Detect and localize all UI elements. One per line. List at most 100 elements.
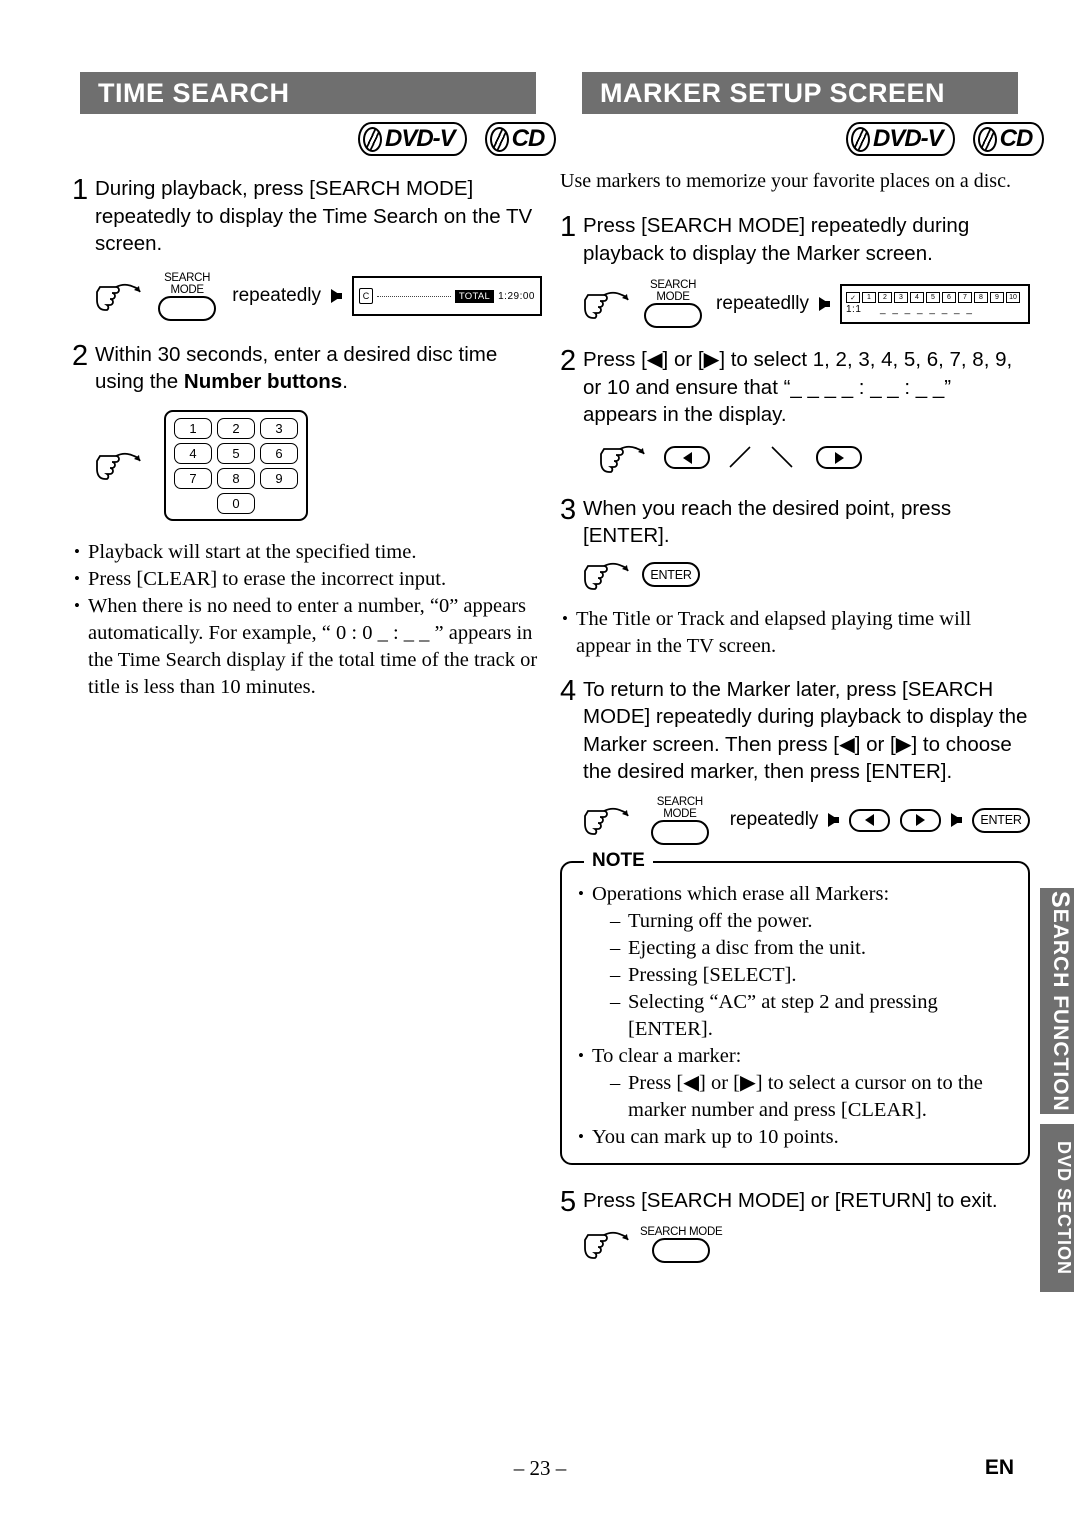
tv-time-search-display: C TOTAL 1:29:00 — [352, 276, 542, 316]
repeatedly-label: repeatedlly — [716, 292, 809, 314]
search-mode-key-label: SEARCH MODE — [656, 795, 703, 820]
search-mode-key-left[interactable]: SEARCH MODE — [152, 272, 222, 321]
step-text: Press [◀] or [▶] to select 1, 2, 3, 4, 5… — [583, 348, 1013, 426]
header-right-title: MARKER SETUP SCREEN — [600, 77, 946, 108]
side-tab-search-function: SEARCH FUNCTION — [1040, 888, 1074, 1114]
right-step3-bullets: The Title or Track and elapsed playing t… — [560, 605, 1030, 660]
number-key-0[interactable]: 0 — [217, 492, 255, 514]
side-tab-label: EARCH FUNCTION — [1049, 908, 1072, 1112]
right-step-3: 3 When you reach the desired point, pres… — [560, 494, 1030, 550]
right-step5-illustration: SEARCH MODE — [584, 1226, 1030, 1263]
left-step-1: 1 During playback, press [SEARCH MODE] r… — [72, 175, 542, 258]
disc-icon — [363, 126, 382, 152]
marker-display-wrapper: ✓ 1 2 3 4 5 6 7 8 9 10 1:1 _ _ _ _ _ _ _… — [840, 283, 1040, 332]
number-key-7[interactable]: 7 — [174, 467, 212, 489]
dvd-v-logo-text: DVD-V — [385, 125, 456, 152]
note-sublist: Press [◀] or [▶] to select a cursor on t… — [610, 1070, 1014, 1124]
right-arrow-icon — [951, 813, 962, 827]
list-item: Pressing [SELECT]. — [610, 962, 1014, 989]
header-left-title: TIME SEARCH — [98, 77, 290, 108]
step-text: During playback, press [SEARCH MODE] rep… — [95, 177, 533, 255]
search-mode-key-right[interactable]: SEARCH MODE — [640, 279, 706, 328]
enter-key-button[interactable]: ENTER — [972, 807, 1030, 833]
dvd-v-logo-left: DVD-V — [358, 122, 467, 156]
number-key-4[interactable]: 4 — [174, 442, 212, 464]
number-key-3[interactable]: 3 — [260, 417, 298, 439]
search-mode-key-button[interactable] — [644, 303, 703, 328]
step-text: Press [SEARCH MODE] repeatedly during pl… — [583, 214, 970, 265]
tv-display-wrapper: C TOTAL 1:29:00 — [352, 276, 552, 324]
marker-cell: 7 — [958, 292, 972, 303]
left-arrow-key[interactable] — [849, 808, 891, 832]
right-arrow-key[interactable] — [900, 808, 941, 832]
number-buttons-keypad[interactable]: 1 2 3 4 5 6 7 8 9 0 — [164, 409, 308, 521]
step-number: 2 — [72, 339, 89, 372]
marker-cell: 8 — [974, 292, 988, 303]
step-number: 5 — [560, 1185, 577, 1218]
left-arrow-key[interactable] — [664, 446, 710, 469]
right-step-2: 2 Press [◀] or [▶] to select 1, 2, 3, 4,… — [560, 346, 1030, 429]
step-text: Press [SEARCH MODE] or [RETURN] to exit. — [583, 1188, 998, 1212]
right-arrow-key[interactable] — [816, 446, 862, 469]
side-tab-label: DVD SECTION — [1054, 1140, 1074, 1275]
pointing-hand-icon — [96, 452, 141, 480]
marker-cell: 2 — [878, 292, 892, 303]
pointing-hand-icon — [96, 283, 141, 311]
section-header-time-search: TIME SEARCH — [80, 72, 536, 114]
list-item: Playback will start at the specified tim… — [72, 538, 542, 566]
right-arrow-icon — [916, 814, 926, 826]
number-key-1[interactable]: 1 — [174, 417, 212, 439]
section-header-marker-setup: MARKER SETUP SCREEN — [582, 72, 1018, 114]
cd-logo-right: CD — [972, 122, 1045, 156]
number-key-8[interactable]: 8 — [217, 467, 255, 489]
marker-cell: 1 — [862, 292, 876, 303]
page-number: – 23 – — [513, 1456, 567, 1480]
left-step-2: 2 Within 30 seconds, enter a desired dis… — [72, 339, 542, 396]
step2-text-bold: Number buttons — [183, 370, 343, 393]
list-item: Press [◀] or [▶] to select a cursor on t… — [610, 1070, 1014, 1124]
note-title: NOTE — [584, 849, 653, 872]
disc-logos-left: DVD-V CD — [358, 122, 557, 156]
step-number: 2 — [560, 345, 577, 377]
list-item: Ejecting a disc from the unit. — [610, 935, 1014, 962]
search-mode-key-button[interactable] — [650, 819, 709, 845]
dvd-v-logo-text: DVD-V — [873, 125, 944, 152]
pointing-hand-icon — [584, 1231, 629, 1259]
cd-logo-text: CD — [999, 125, 1034, 152]
step-text: When you reach the desired point, press … — [583, 496, 952, 548]
display-dotted-line — [377, 295, 451, 297]
number-key-5[interactable]: 5 — [217, 442, 255, 464]
note-list: Operations which erase all Markers: Turn… — [576, 880, 1014, 1151]
step-number: 1 — [72, 174, 89, 206]
tv-marker-display: ✓ 1 2 3 4 5 6 7 8 9 10 1:1 _ _ _ _ _ _ _… — [840, 283, 1030, 324]
search-mode-key-button[interactable] — [158, 295, 217, 321]
language-code: EN — [984, 1456, 1014, 1479]
number-key-6[interactable]: 6 — [260, 442, 298, 464]
search-mode-key-label: SEARCH MODE — [640, 1225, 723, 1238]
number-key-9[interactable]: 9 — [260, 467, 298, 489]
pointing-hand-icon — [600, 445, 645, 473]
search-mode-key-step4[interactable]: SEARCH MODE — [640, 796, 720, 845]
right-step4-illustration: SEARCH MODE repeatedly ENTER — [584, 796, 1030, 845]
right-arrow-icon — [834, 451, 844, 464]
search-mode-key-button[interactable] — [652, 1237, 711, 1263]
number-key-2[interactable]: 2 — [217, 417, 255, 439]
disc-icon — [489, 126, 509, 152]
right-arrow-icon — [828, 813, 840, 827]
marker-cell: 3 — [894, 292, 908, 303]
pointing-hand-icon — [584, 291, 629, 319]
right-arrow-icon — [331, 289, 342, 303]
list-item: Selecting “AC” at step 2 and pressing [E… — [610, 989, 1014, 1043]
total-badge: TOTAL — [454, 289, 495, 303]
pointing-hand-icon — [584, 807, 629, 835]
left-bullet-list: Playback will start at the specified tim… — [72, 538, 542, 701]
pointing-hand-icon — [584, 562, 629, 590]
side-tab-dvd-section: DVD SECTION — [1040, 1124, 1074, 1292]
right-step3-illustration: ENTER — [584, 558, 1030, 592]
search-mode-key-step5[interactable]: SEARCH MODE — [640, 1225, 723, 1263]
right-step1-illustration: SEARCH MODE repeatedlly ✓ 1 2 3 4 5 6 7 — [584, 279, 1040, 332]
dvd-v-logo-right: DVD-V — [846, 122, 955, 156]
enter-key-button[interactable]: ENTER — [642, 562, 700, 587]
search-mode-key-label: SEARCH MODE — [649, 279, 697, 303]
note-box: NOTE Operations which erase all Markers:… — [560, 849, 1030, 1165]
